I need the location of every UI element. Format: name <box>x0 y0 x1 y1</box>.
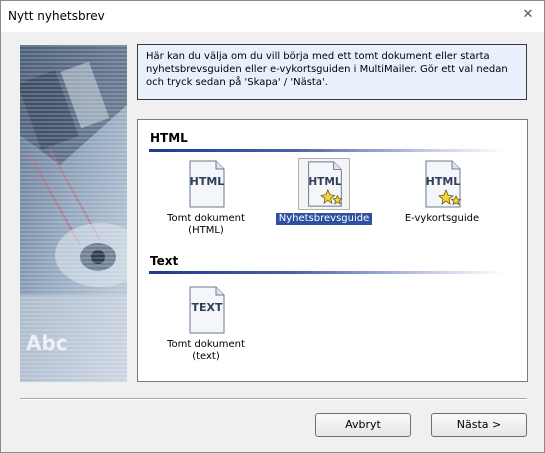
html-wizard-icon: HTML <box>416 158 468 210</box>
section-divider <box>149 271 505 274</box>
html-wizard-icon: HTML <box>298 158 350 210</box>
section-divider <box>149 149 505 152</box>
cancel-button[interactable]: Avbryt <box>315 413 411 437</box>
item-blank-html[interactable]: HTML Tomt dokument (HTML) <box>151 158 261 237</box>
side-banner-text: Abc <box>26 331 68 355</box>
footer-separator <box>20 398 527 400</box>
svg-text:HTML: HTML <box>426 175 461 188</box>
item-newsletter-wizard[interactable]: HTML Nyhetsbrevsguide <box>269 158 379 225</box>
side-banner-image: Abc <box>20 45 127 382</box>
template-panel: HTML HTML Tomt dokument (HTML) HTML Nyhe… <box>137 119 528 382</box>
html-document-icon: HTML <box>180 158 232 210</box>
section-title-text: Text <box>150 254 179 268</box>
close-icon[interactable]: ✕ <box>521 8 535 22</box>
item-label: Tomt dokument (HTML) <box>167 213 245 236</box>
info-box: Här kan du välja om du vill börja med et… <box>137 44 527 100</box>
text-document-icon: TEXT <box>180 284 232 336</box>
item-postcard-wizard[interactable]: HTML E-vykortsguide <box>387 158 497 225</box>
item-label-selected: Nyhetsbrevsguide <box>275 213 373 225</box>
svg-text:HTML: HTML <box>190 175 225 188</box>
title-bar: Nytt nyhetsbrev ✕ <box>1 1 544 32</box>
dialog-window: Nytt nyhetsbrev ✕ Abc Här kan du välja o… <box>0 0 545 453</box>
window-title: Nytt nyhetsbrev <box>8 9 105 23</box>
item-label: Tomt dokument (text) <box>167 339 245 362</box>
section-title-html: HTML <box>150 131 188 145</box>
item-label: E-vykortsguide <box>404 213 480 224</box>
next-button[interactable]: Nästa > <box>431 413 527 437</box>
item-blank-text[interactable]: TEXT Tomt dokument (text) <box>151 284 261 363</box>
svg-text:TEXT: TEXT <box>191 301 222 314</box>
svg-text:HTML: HTML <box>308 176 342 188</box>
